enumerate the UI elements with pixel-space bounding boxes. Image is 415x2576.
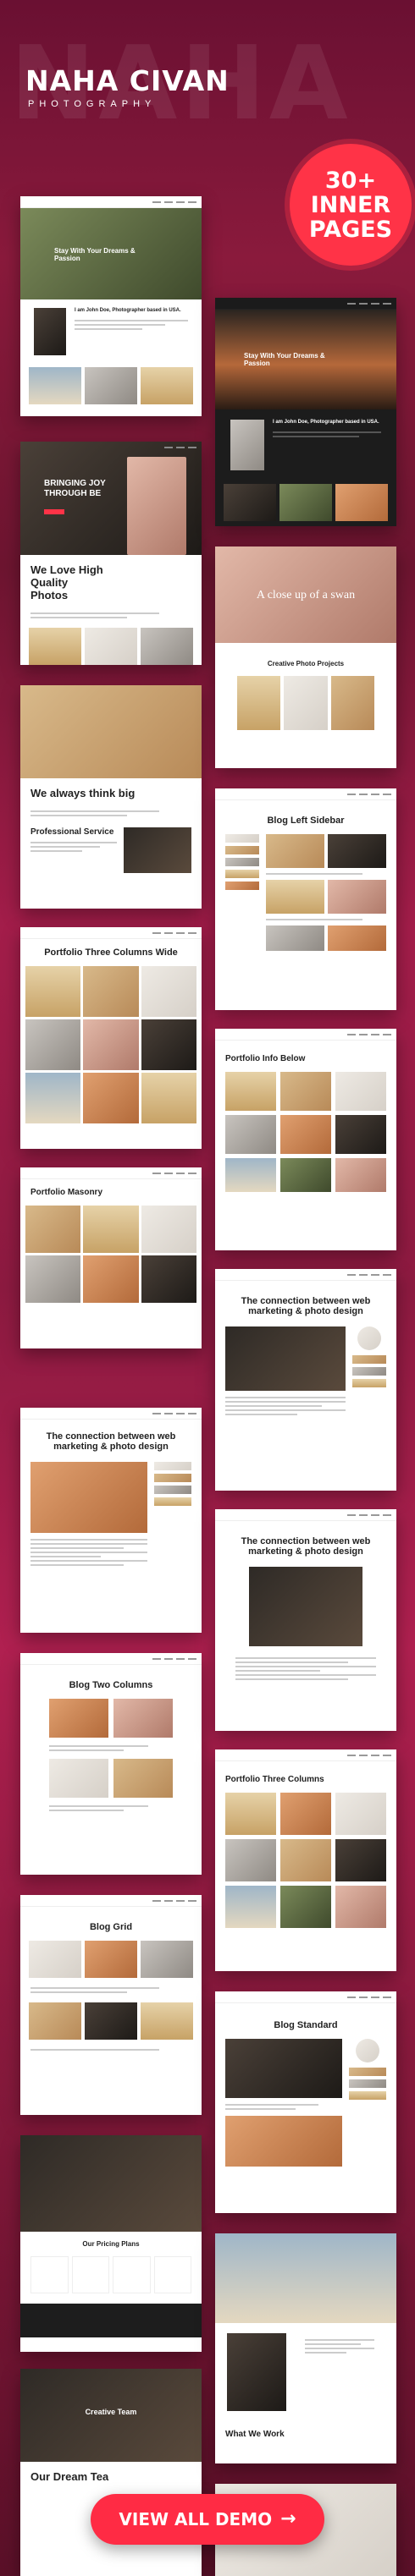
demo-card-home-2[interactable]: Stay With Your Dreams & Passion I am Joh… <box>215 298 396 526</box>
brand-logo: NAHA CIVAN PHOTOGRAPHY <box>25 64 230 109</box>
section-title: We always think big <box>30 787 136 799</box>
demo-card-home-3[interactable]: BRINGING JOY THROUGH BE We Love High Qua… <box>20 442 202 665</box>
section-title: Our Dream Tea <box>30 2470 109 2483</box>
post-image <box>30 1462 147 1533</box>
post-title: The connection between web marketing & p… <box>241 1536 371 1557</box>
section-title: Our Pricing Plans <box>82 2240 140 2248</box>
post-title: The connection between web marketing & p… <box>46 1431 176 1452</box>
demo-card-portfolio-info-below[interactable]: Portfolio Info Below <box>215 1029 396 1250</box>
hero-image <box>20 2135 202 2232</box>
hero-title: Creative Team <box>85 2408 137 2416</box>
about-heading: I am John Doe, Photographer based in USA… <box>75 308 181 313</box>
inner-pages-badge: 30+ INNER PAGES <box>290 144 412 266</box>
demo-card-portfolio-masonry[interactable]: Portfolio Masonry <box>20 1167 202 1348</box>
section-title: What We Work <box>225 2430 285 2439</box>
demo-card-pricing[interactable]: Our Pricing Plans <box>20 2135 202 2352</box>
service-image <box>124 827 191 873</box>
demo-card-single-post-2[interactable]: The connection between web marketing & p… <box>215 1269 396 1491</box>
badge-line-pages: PAGES <box>308 216 393 243</box>
demo-card-single-post-3[interactable]: The connection between web marketing & p… <box>215 1509 396 1731</box>
page-title: Portfolio Three Columns Wide <box>44 947 178 958</box>
badge-line-inner: INNER <box>310 191 391 218</box>
brand-subtitle: PHOTOGRAPHY <box>28 99 157 109</box>
view-all-demo-label: VIEW ALL DEMO <box>119 2509 273 2529</box>
demo-card-portfolio-three-columns[interactable]: Portfolio Three Columns <box>215 1749 396 1971</box>
page-title: Portfolio Masonry <box>30 1188 103 1197</box>
portfolio-grid <box>215 1068 396 1195</box>
demo-card-blog-standard[interactable]: Blog Standard <box>215 1991 396 2213</box>
gallery-strip <box>20 364 202 408</box>
page-title: Blog Two Columns <box>69 1680 153 1690</box>
section-title: We Love High Quality Photos <box>30 563 103 601</box>
hero-image <box>20 685 202 778</box>
sidebar <box>349 2039 386 2167</box>
about-heading: I am John Doe, Photographer based in USA… <box>273 420 379 425</box>
demo-card-blog-grid[interactable]: Blog Grid <box>20 1895 202 2115</box>
blog-grid <box>266 834 386 951</box>
page-title: Blog Standard <box>274 2020 338 2030</box>
demo-card-home-1[interactable]: Stay With Your Dreams & Passion I am Joh… <box>20 196 202 416</box>
demo-card-what-we-work[interactable]: What We Work <box>215 2233 396 2463</box>
portfolio-grid <box>20 963 202 1127</box>
feature-image <box>227 2333 286 2411</box>
card-nav <box>20 196 202 208</box>
arrow-right-icon: → <box>280 2508 296 2529</box>
brand-name: NAHA CIVAN <box>25 64 230 97</box>
view-all-demo-button[interactable]: VIEW ALL DEMO → <box>91 2494 324 2545</box>
portfolio-grid <box>215 1789 396 1931</box>
page-title: Portfolio Info Below <box>225 1054 306 1063</box>
hero-image: A close up of a swan <box>215 547 396 643</box>
section-title: Creative Photo Projects <box>267 660 345 667</box>
demo-card-single-post-1[interactable]: The connection between web marketing & p… <box>20 1408 202 1633</box>
hero-image <box>215 2233 396 2323</box>
post-image <box>225 1326 346 1391</box>
hero-title: Stay With Your Dreams & Passion <box>54 247 136 262</box>
service-title: Professional Service <box>30 827 114 837</box>
portfolio-grid <box>20 1202 202 1306</box>
sidebar <box>225 834 259 951</box>
hero-title: Stay With Your Dreams & Passion <box>244 352 325 367</box>
hero-image: BRINGING JOY THROUGH BE <box>20 442 202 555</box>
sidebar <box>352 1326 386 1421</box>
hero-image: Stay With Your Dreams & Passion <box>215 310 396 409</box>
page-title: Blog Grid <box>89 1922 133 1932</box>
post-title: The connection between web marketing & p… <box>241 1296 371 1316</box>
post-image <box>249 1567 362 1646</box>
page-title: Blog Left Sidebar <box>267 816 345 826</box>
demo-card-home-5[interactable]: We always think big Professional Service <box>20 685 202 909</box>
portrait-image <box>34 308 66 355</box>
hero-title: BRINGING JOY THROUGH BE <box>44 479 106 498</box>
demo-card-blog-left-sidebar[interactable]: Blog Left Sidebar <box>215 788 396 1010</box>
badge-count: 30+ <box>324 167 377 194</box>
sidebar <box>154 1462 191 1572</box>
demo-card-team[interactable]: Creative Team Our Dream Tea <box>20 2369 202 2576</box>
about-section: I am John Doe, Photographer based in USA… <box>20 299 202 364</box>
post-image <box>225 2039 342 2098</box>
portrait-image <box>230 420 264 470</box>
page-title: Portfolio Three Columns <box>225 1775 324 1784</box>
demo-card-blog-two-columns[interactable]: Blog Two Columns <box>20 1653 202 1875</box>
hero-image: Stay With Your Dreams & Passion <box>20 208 202 299</box>
hero-title: A close up of a swan <box>256 589 356 601</box>
pricing-table <box>20 2253 202 2297</box>
gallery-strip <box>20 624 202 665</box>
hero-image: Creative Team <box>20 2369 202 2462</box>
demo-card-home-4[interactable]: A close up of a swan Creative Photo Proj… <box>215 547 396 768</box>
blog-grid <box>20 1937 202 1981</box>
demo-card-portfolio-three-columns-wide[interactable]: Portfolio Three Columns Wide <box>20 927 202 1149</box>
blog-grid <box>20 1695 202 1741</box>
